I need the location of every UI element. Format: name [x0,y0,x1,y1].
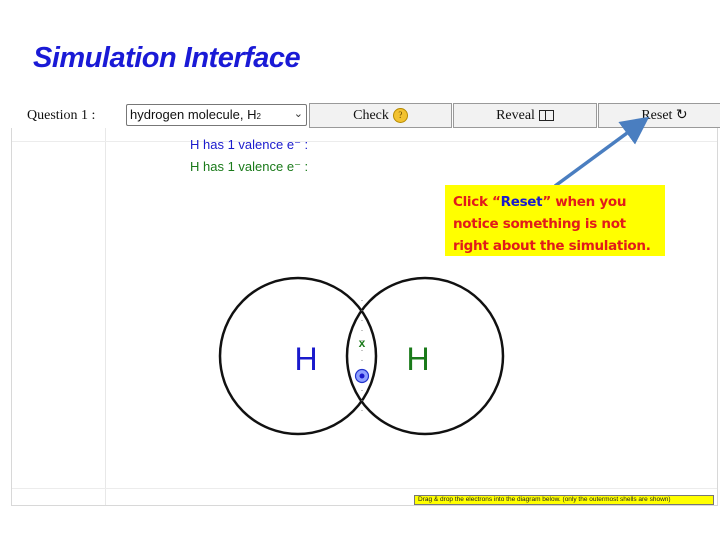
callout-text-pre: Click “ [453,194,501,210]
lewis-diagram: H H x [218,116,650,436]
reset-callout: Click “Reset” when you notice something … [445,185,665,256]
electron-dot-core [359,373,365,379]
callout-keyword: Reset [500,194,543,210]
electron-x-marker[interactable]: x [359,336,366,350]
pointer-arrow [553,116,650,188]
right-atom-symbol: H [406,341,429,377]
instruction-hint: Drag & drop the electrons into the diagr… [414,495,714,505]
left-atom-symbol: H [294,341,317,377]
